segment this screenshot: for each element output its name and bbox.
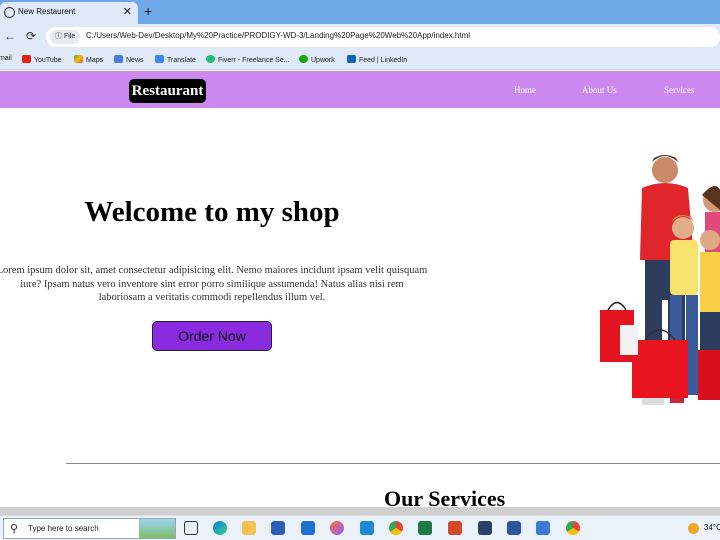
hero-title: Welcome to my shop — [0, 196, 424, 229]
nav-services[interactable]: Services — [664, 85, 695, 95]
mail-icon[interactable] — [301, 521, 315, 535]
search-highlight-image — [139, 519, 175, 538]
horizontal-scrollbar[interactable] — [0, 507, 720, 515]
search-icon: ⚲ — [10, 522, 18, 535]
windows-taskbar: ⚲ Type here to search 34°C — [0, 515, 720, 540]
address-bar[interactable]: ⓘ File C:/Users/Web-Dev/Desktop/My%20Pra… — [46, 27, 720, 47]
maps-icon — [74, 55, 83, 63]
tab-title: New Restaurent — [18, 7, 75, 16]
search-placeholder: Type here to search — [28, 524, 99, 533]
fiverr-icon — [206, 55, 215, 63]
file-explorer-icon[interactable] — [242, 521, 256, 535]
taskbar-search-box[interactable]: ⚲ Type here to search — [3, 518, 176, 539]
linkedin-icon — [347, 55, 356, 63]
new-tab-button[interactable]: + — [144, 3, 152, 19]
bookmark-translate[interactable]: Translate — [155, 55, 196, 64]
vscode-icon[interactable] — [360, 521, 374, 535]
close-tab-icon[interactable]: ✕ — [123, 5, 132, 18]
browser-toolbar: ← ⟳ ⓘ File C:/Users/Web-Dev/Desktop/My%2… — [0, 24, 720, 50]
word-icon[interactable] — [507, 521, 521, 535]
news-icon — [114, 55, 123, 63]
store-icon[interactable] — [271, 521, 285, 535]
photos-icon[interactable] — [536, 521, 550, 535]
chrome-icon[interactable] — [389, 521, 403, 535]
browser-tab-strip: New Restaurent ✕ + — [0, 0, 720, 24]
globe-icon — [4, 7, 15, 18]
temperature: 34°C — [704, 523, 720, 532]
reload-icon[interactable]: ⟳ — [26, 29, 36, 43]
edge-icon[interactable] — [213, 521, 227, 535]
bookmark-linkedin[interactable]: Feed | LinkedIn — [347, 55, 407, 64]
translate-icon — [155, 55, 164, 63]
order-now-button[interactable]: Order Now — [152, 321, 272, 351]
site-logo[interactable]: Restaurant — [129, 79, 206, 103]
hero-description: Lorem ipsum dolor sit, amet consectetur … — [0, 264, 428, 305]
bookmark-maps[interactable]: Maps — [74, 55, 103, 64]
section-divider — [66, 463, 720, 464]
file-info-chip[interactable]: ⓘ File — [50, 30, 80, 44]
task-view-icon[interactable] — [184, 521, 198, 535]
bookmark-fiverr[interactable]: Fiverr - Freelance Se... — [206, 55, 290, 64]
bookmarks-bar: mail YouTube Maps News Translate Fiverr … — [0, 50, 720, 70]
bookmark-upwork[interactable]: Upwork — [299, 55, 335, 64]
app-icon[interactable] — [478, 521, 492, 535]
family-shopping-image — [590, 150, 720, 430]
bookmark-news[interactable]: News — [114, 55, 144, 64]
firefox-icon[interactable] — [330, 521, 344, 535]
powerpoint-icon[interactable] — [448, 521, 462, 535]
back-icon[interactable]: ← — [4, 29, 16, 43]
nav-home[interactable]: Home — [514, 85, 536, 95]
tab-new-restaurent[interactable]: New Restaurent ✕ — [0, 2, 138, 24]
upwork-icon — [299, 55, 308, 63]
nav-about-us[interactable]: About Us — [582, 85, 617, 95]
chrome-profile-icon[interactable] — [566, 521, 580, 535]
bookmark-youtube[interactable]: YouTube — [22, 55, 62, 64]
excel-icon[interactable] — [418, 521, 432, 535]
url-text[interactable]: C:/Users/Web-Dev/Desktop/My%20Practice/P… — [86, 31, 470, 40]
bookmark-mail[interactable]: mail — [0, 55, 12, 62]
youtube-icon — [22, 55, 31, 63]
weather-icon[interactable] — [688, 523, 699, 534]
